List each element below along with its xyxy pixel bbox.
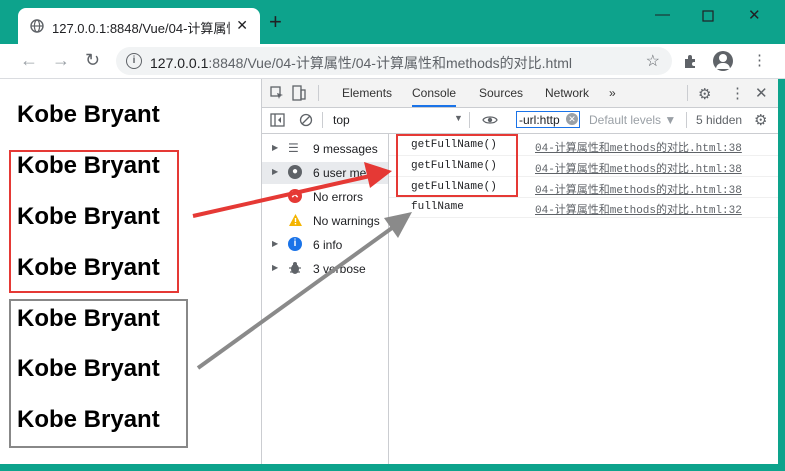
- red-arrowhead: [364, 162, 392, 188]
- annotation-arrows: [192, 162, 412, 370]
- red-arrow: [192, 174, 371, 218]
- gray-arrow: [196, 226, 394, 370]
- gray-arrowhead: [384, 212, 412, 238]
